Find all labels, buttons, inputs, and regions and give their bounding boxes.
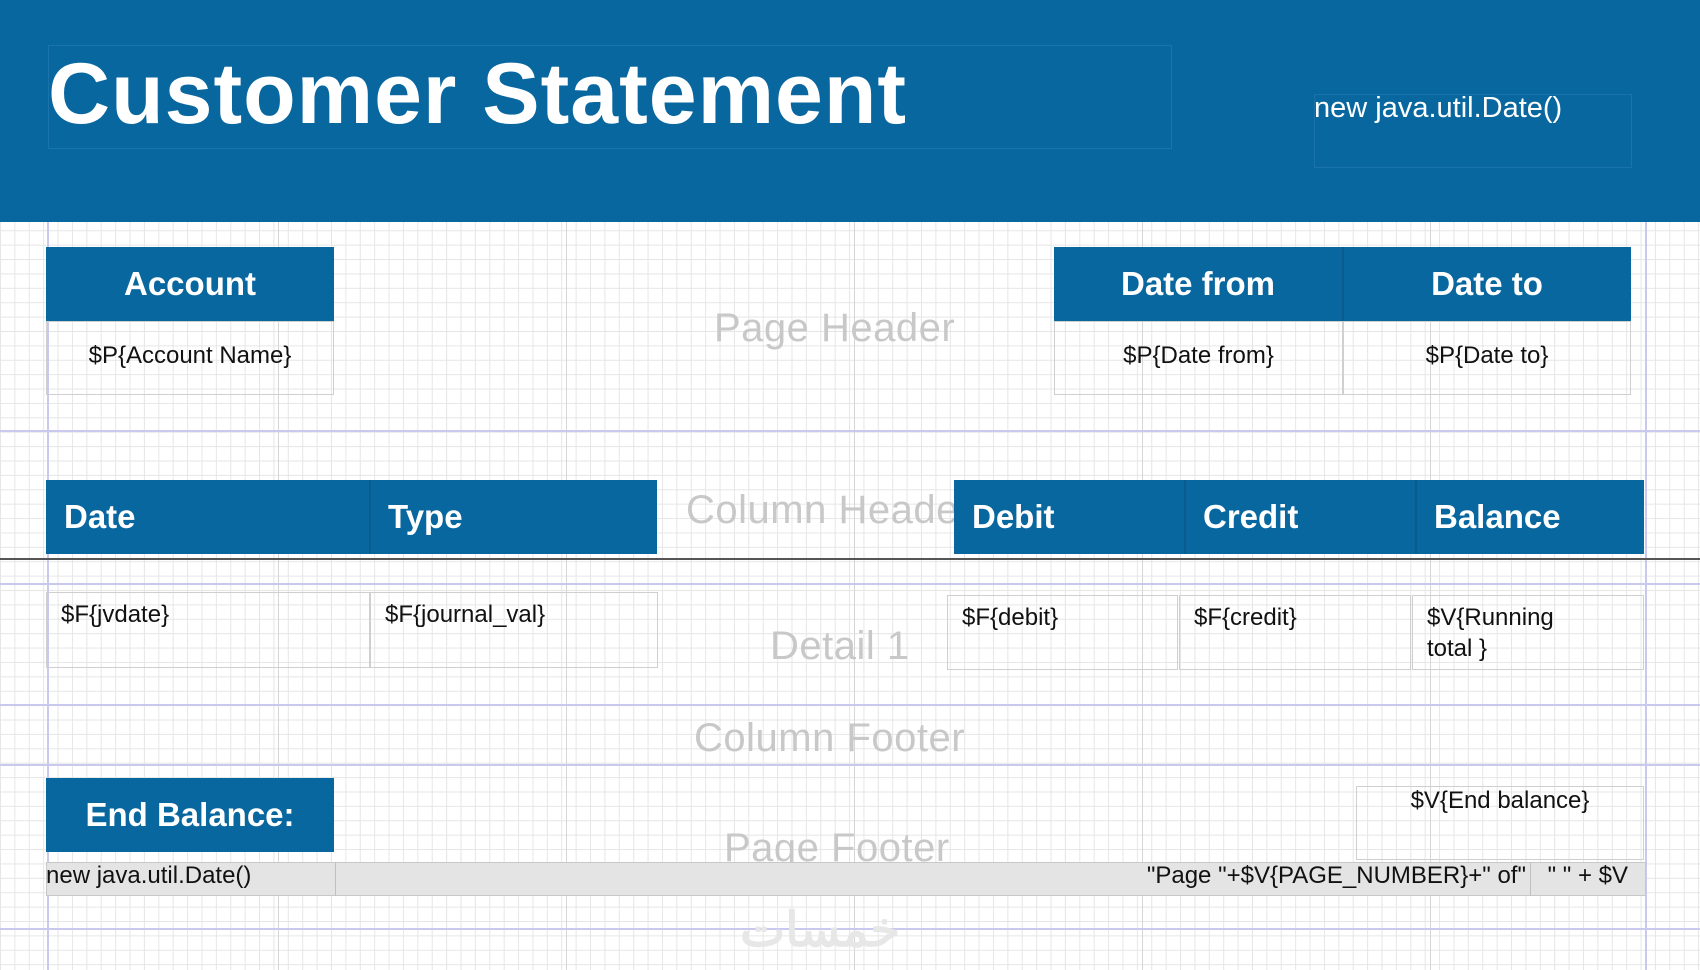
detail-running-total-expression: $V{Running total } <box>1427 604 1554 662</box>
column-header-credit[interactable]: Credit <box>1185 480 1416 554</box>
column-header-date[interactable]: Date <box>46 480 370 554</box>
column-header-separator <box>0 558 1700 560</box>
page-header-band-label: Page Header <box>714 306 956 350</box>
account-name-expression: $P{Account Name} <box>88 342 292 369</box>
date-to-header-label: Date to <box>1431 265 1543 302</box>
header-divider <box>1415 480 1417 554</box>
column-header-band-label: Column Header <box>686 488 956 532</box>
date-to-expression: $P{Date to} <box>1425 342 1549 369</box>
header-divider <box>369 480 371 554</box>
account-name-field[interactable]: $P{Account Name} <box>46 321 334 395</box>
column-header-type[interactable]: Type <box>370 480 657 554</box>
report-title: Customer Statement <box>48 46 908 142</box>
footer-date-field[interactable]: new java.util.Date() <box>46 862 336 896</box>
detail-field-debit[interactable]: $F{debit} <box>947 595 1178 670</box>
footer-page-number-expression: "Page "+$V{PAGE_NUMBER}+" of" <box>1146 862 1526 889</box>
date-from-expression: $P{Date from} <box>1123 342 1274 369</box>
account-header-label: Account <box>124 265 256 302</box>
end-balance-field[interactable]: $V{End balance} <box>1356 786 1644 860</box>
detail-jvdate-expression: $F{jvdate} <box>61 601 170 628</box>
column-header-type-label: Type <box>388 498 463 535</box>
column-header-date-label: Date <box>64 498 136 535</box>
column-header-credit-label: Credit <box>1203 498 1299 535</box>
detail-band-label: Detail 1 <box>770 624 910 668</box>
header-divider <box>1184 480 1186 554</box>
footer-page-number-field[interactable]: "Page "+$V{PAGE_NUMBER}+" of" <box>1068 862 1531 896</box>
date-to-header[interactable]: Date to <box>1343 247 1631 321</box>
footer-total-pages-field[interactable]: " " + $V <box>1532 862 1644 896</box>
date-from-header-label: Date from <box>1120 265 1276 302</box>
detail-credit-expression: $F{credit} <box>1194 604 1297 631</box>
watermark-logo: خمسات <box>740 904 901 957</box>
footer-date-expression: new java.util.Date() <box>46 862 252 889</box>
column-header-debit[interactable]: Debit <box>954 480 1185 554</box>
date-from-header[interactable]: Date from <box>1054 247 1342 321</box>
account-header[interactable]: Account <box>46 247 334 321</box>
detail-debit-expression: $F{debit} <box>962 604 1059 631</box>
end-balance-label: End Balance: <box>85 796 295 833</box>
end-balance-label-box[interactable]: End Balance: <box>46 778 334 852</box>
detail-field-jvdate[interactable]: $F{jvdate} <box>46 592 370 668</box>
title-date-expression: new java.util.Date() <box>1314 92 1563 124</box>
detail-field-journal-val[interactable]: $F{journal_val} <box>370 592 658 668</box>
column-footer-band-label: Column Footer <box>694 716 966 760</box>
date-from-field[interactable]: $P{Date from} <box>1054 321 1343 395</box>
date-to-field[interactable]: $P{Date to} <box>1343 321 1631 395</box>
end-balance-expression: $V{End balance} <box>1410 787 1590 814</box>
detail-field-credit[interactable]: $F{credit} <box>1179 595 1411 670</box>
column-header-balance-label: Balance <box>1434 498 1561 535</box>
column-header-debit-label: Debit <box>972 498 1055 535</box>
detail-journal-val-expression: $F{journal_val} <box>385 601 546 628</box>
detail-field-running-total[interactable]: $V{Running total } <box>1412 595 1644 670</box>
header-divider <box>1342 247 1344 321</box>
footer-total-pages-expression: " " + $V <box>1547 862 1628 889</box>
column-header-balance[interactable]: Balance <box>1416 480 1644 554</box>
